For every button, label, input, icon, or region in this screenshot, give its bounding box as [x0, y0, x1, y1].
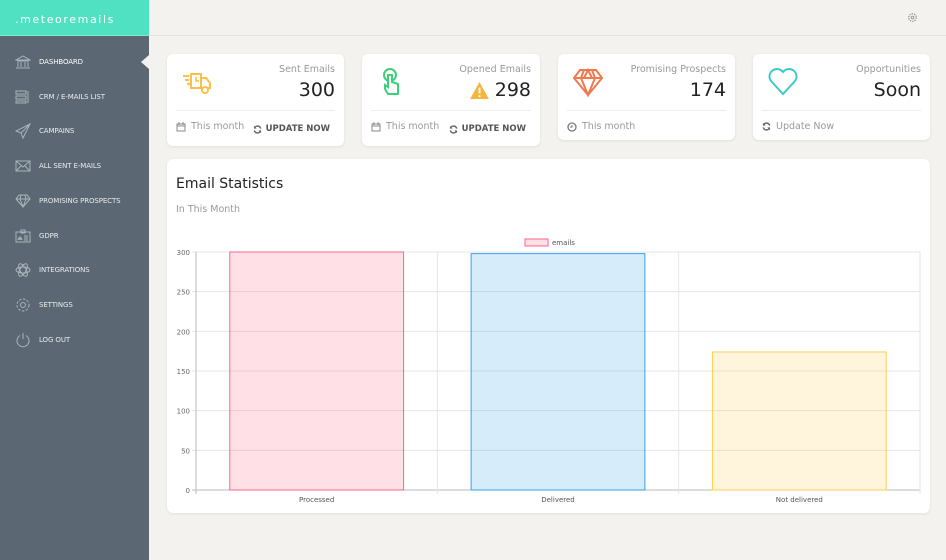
- card-label: Opened Emails: [459, 64, 531, 75]
- card-footer: This month: [567, 121, 635, 132]
- id-card-icon: [15, 229, 31, 242]
- sidebar-item-all-sent-e-mails[interactable]: ALL SENT E-MAILS: [0, 156, 149, 176]
- settings-gear-icon[interactable]: [907, 12, 918, 23]
- card-value-row: 174: [690, 79, 726, 101]
- legend-label: emails: [552, 239, 575, 247]
- stat-card-opportunities: Opportunities Soon Update Now: [753, 54, 930, 140]
- update-now-link[interactable]: Update Now: [762, 121, 834, 132]
- divider: [567, 110, 726, 111]
- clock-icon: [567, 121, 577, 132]
- sidebar-item-gdpr[interactable]: GDPR: [0, 226, 149, 246]
- chart-subtitle: In This Month: [176, 204, 241, 215]
- sidebar-item-label: SETTINGS: [39, 300, 73, 309]
- sidebar-item-label: ALL SENT E-MAILS: [39, 162, 102, 171]
- warning-icon: [469, 81, 489, 99]
- diamond-icon: [15, 194, 31, 209]
- sidebar-item-settings[interactable]: SETTINGS: [0, 295, 149, 315]
- paper-plane-icon: [15, 123, 31, 140]
- pointer-hand-icon: [383, 68, 399, 95]
- divider: [762, 110, 921, 111]
- divider: [176, 110, 335, 111]
- sidebar-item-campains[interactable]: CAMPAINS: [0, 121, 149, 141]
- legend-swatch: [524, 238, 549, 247]
- y-tick-label: 100: [177, 408, 190, 416]
- y-tick-label: 150: [177, 368, 190, 376]
- y-tick-label: 50: [181, 447, 190, 455]
- sidebar-item-label: CAMPAINS: [39, 127, 75, 136]
- calendar-icon: [176, 121, 186, 131]
- email-statistics-chart: 0 50 100 150 200 250 300 Processed Delivered Not …: [177, 238, 921, 504]
- x-tick-label: Not delivered: [776, 496, 823, 504]
- sidebar-item-dashboard[interactable]: DASHBOARD: [0, 52, 149, 72]
- sidebar-item-crm-e-mails-list[interactable]: CRM / E-MAILS LIST: [0, 87, 149, 107]
- card-value-row: 300: [299, 79, 335, 101]
- card-value: 174: [689, 79, 726, 101]
- update-now-label: UPDATE NOW: [265, 124, 330, 134]
- sidebar-item-promising-prospects[interactable]: PROMISING PROSPECTS: [0, 191, 149, 211]
- card-label: Sent Emails: [279, 64, 335, 75]
- delivery-truck-icon: [183, 73, 211, 94]
- sidebar-item-integrations[interactable]: INTEGRATIONS: [0, 260, 149, 280]
- topbar: [149, 0, 946, 36]
- card-value: Soon: [873, 79, 921, 101]
- y-tick-label: 0: [186, 487, 190, 495]
- active-indicator: [141, 55, 149, 69]
- sidebar-item-log-out[interactable]: LOG OUT: [0, 330, 149, 350]
- footer-text: This month: [191, 121, 245, 132]
- gear-icon: [16, 298, 30, 312]
- y-tick-label: 300: [177, 249, 190, 257]
- divider: [371, 110, 531, 111]
- card-label: Opportunities: [856, 64, 921, 75]
- bar-delivered: [470, 253, 646, 491]
- sidebar-item-label: GDPR: [39, 231, 59, 240]
- update-now-button[interactable]: UPDATE NOW: [449, 124, 526, 134]
- power-icon: [16, 332, 30, 347]
- card-label: Promising Prospects: [630, 64, 726, 75]
- bank-icon: [15, 55, 31, 69]
- card-value: 298: [494, 79, 531, 101]
- footer-text: Update Now: [776, 121, 835, 132]
- atom-icon: [15, 263, 31, 277]
- diamond-icon: [572, 67, 604, 98]
- stat-card-promising-prospects: Promising Prospects 174 This month: [558, 54, 735, 140]
- sidebar-item-label: DASHBOARD: [39, 58, 83, 66]
- envelope-icon: [15, 160, 31, 172]
- stat-card-sent-emails: Sent Emails 300 This month UPDATE NOW: [167, 54, 344, 146]
- card-value: 300: [298, 79, 335, 101]
- footer-text: This month: [582, 121, 636, 132]
- calendar-icon: [371, 121, 381, 131]
- y-tick-label: 200: [177, 328, 190, 336]
- sidebar-item-label: PROMISING PROSPECTS: [39, 196, 121, 205]
- sidebar: .meteoremails DASHBOARD CRM / E-MAILS LIS…: [0, 0, 149, 560]
- card-footer: This month: [176, 121, 244, 132]
- bar-not-delivered: [711, 351, 887, 491]
- list-icon: [15, 90, 29, 104]
- bar-processed: [229, 251, 405, 491]
- card-value-row: 298: [469, 79, 531, 101]
- x-tick-label: Processed: [299, 496, 334, 504]
- email-statistics-card: 0 50 100 150 200 250 300 Processed Delivered Not …: [167, 159, 930, 513]
- heart-icon: [768, 68, 798, 96]
- stat-card-opened-emails: Opened Emails 298 This month UPDATE NOW: [362, 54, 540, 146]
- sidebar-item-label: CRM / E-MAILS LIST: [39, 92, 105, 101]
- sidebar-item-label: INTEGRATIONS: [39, 266, 90, 275]
- y-tick-label: 250: [177, 289, 190, 297]
- refresh-icon: [253, 124, 261, 134]
- card-value-row: Soon: [874, 79, 921, 101]
- chart-title: Email Statistics: [176, 176, 284, 192]
- refresh-icon: [762, 122, 771, 131]
- sidebar-item-label: LOG OUT: [39, 335, 71, 344]
- card-footer: This month: [371, 121, 439, 132]
- update-now-label: UPDATE NOW: [461, 124, 526, 134]
- update-now-button[interactable]: UPDATE NOW: [253, 124, 330, 134]
- x-tick-label: Delivered: [541, 496, 575, 504]
- logo[interactable]: .meteoremails: [0, 0, 149, 36]
- refresh-icon: [449, 124, 457, 134]
- footer-text: This month: [386, 121, 440, 132]
